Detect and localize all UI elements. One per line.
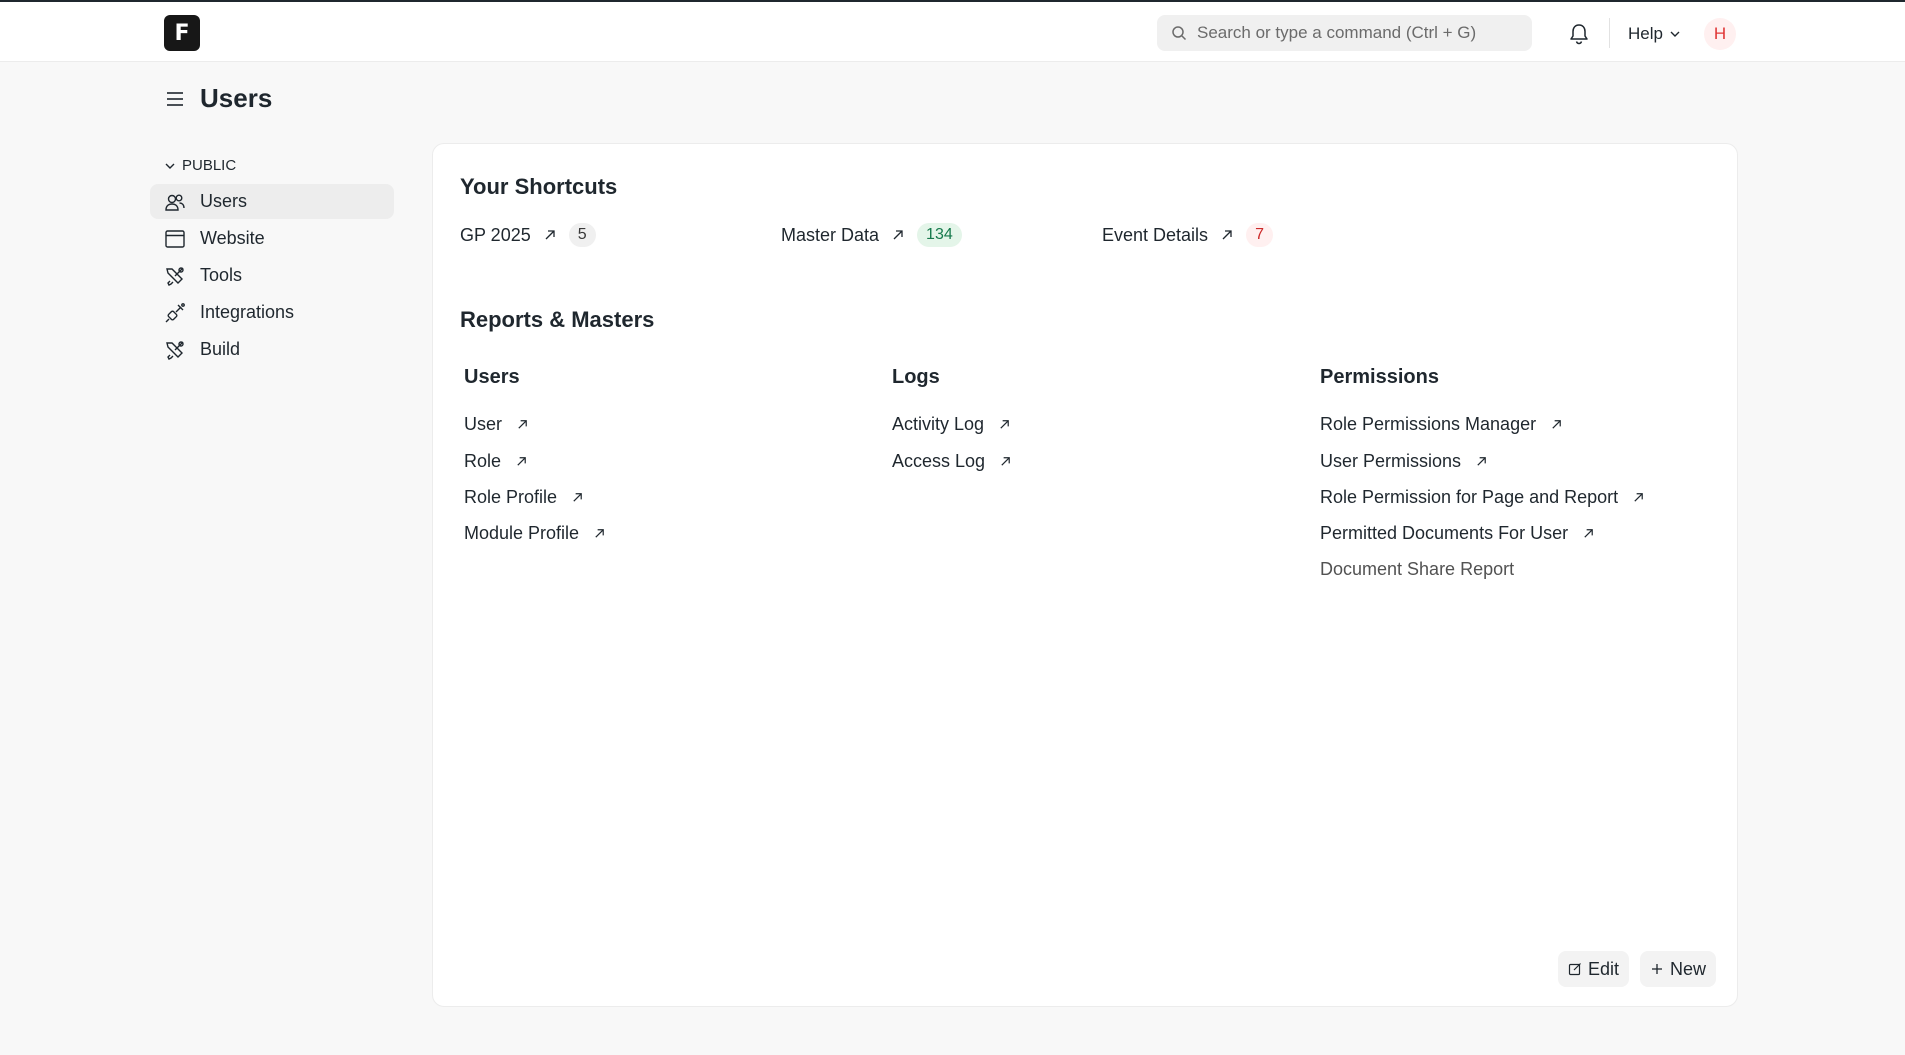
search-bar[interactable] — [1157, 15, 1532, 51]
link-label: Role Permissions Manager — [1320, 413, 1537, 434]
link-label: User — [464, 413, 503, 434]
arrow-up-right-icon — [595, 528, 604, 538]
link-role-permission-page-report[interactable]: Role Permission for Page and Report — [1320, 484, 1645, 510]
arrow-up-right-icon — [1552, 419, 1561, 429]
sidebar-item-website[interactable]: Website — [150, 221, 394, 256]
sidebar-item-label: Build — [200, 339, 241, 359]
tools-icon — [166, 266, 184, 286]
card-title-permissions: Permissions — [1320, 366, 1439, 388]
link-role-permissions-manager[interactable]: Role Permissions Manager — [1320, 411, 1563, 437]
page-title: Users — [200, 83, 273, 113]
sidebar-item-build[interactable]: Build — [150, 332, 394, 367]
arrow-up-right-icon — [1000, 419, 1009, 429]
avatar[interactable]: H — [1704, 18, 1736, 50]
arrow-up-right-icon — [1001, 456, 1010, 466]
shortcut-label: GP 2025 — [460, 224, 531, 245]
link-label: Activity Log — [892, 413, 985, 434]
sidebar-item-label: Website — [200, 228, 265, 248]
sidebar-section-label: PUBLIC — [182, 157, 237, 174]
top-navbar: F Help H — [0, 0, 1905, 62]
arrow-up-right-icon — [518, 419, 527, 429]
sidebar-item-tools[interactable]: Tools — [150, 258, 394, 293]
shortcuts-title: Your Shortcuts — [460, 174, 618, 199]
shortcut-label: Event Details — [1102, 224, 1209, 245]
header-divider — [1609, 18, 1610, 48]
arrow-up-right-icon — [1634, 492, 1643, 502]
shortcut-master-data[interactable]: Master Data 134 — [781, 220, 962, 250]
count-badge: 5 — [568, 223, 596, 247]
workspace-card — [432, 143, 1738, 1007]
help-dropdown[interactable]: Help — [1628, 22, 1681, 46]
plus-icon — [1652, 964, 1662, 974]
chevron-down-icon — [1670, 31, 1680, 37]
chevron-down-icon — [165, 163, 175, 169]
sidebar-item-integrations[interactable]: Integrations — [150, 295, 394, 330]
link-label: Access Log — [892, 450, 986, 471]
link-user-permissions[interactable]: User Permissions — [1320, 448, 1488, 474]
sidebar-item-label: Tools — [200, 265, 243, 285]
new-button[interactable]: New — [1640, 951, 1717, 987]
count-badge: 7 — [1246, 223, 1273, 247]
arrow-up-right-icon — [517, 456, 526, 466]
link-label: Role — [464, 450, 502, 471]
avatar-initial: H — [1713, 24, 1727, 43]
sidebar-toggle-icon[interactable] — [164, 88, 186, 110]
users-icon — [165, 193, 185, 211]
integrations-icon — [165, 302, 185, 322]
build-icon — [166, 340, 184, 360]
edit-icon — [1568, 963, 1581, 976]
link-role[interactable]: Role — [464, 448, 528, 474]
arrow-up-right-icon — [1477, 456, 1486, 466]
shortcut-gp-2025[interactable]: GP 2025 5 — [460, 220, 596, 250]
website-icon — [165, 229, 185, 248]
edit-button-label: Edit — [1588, 958, 1620, 979]
link-label: Role Permission for Page and Report — [1320, 486, 1619, 507]
reports-title: Reports & Masters — [460, 307, 655, 332]
notification-bell-icon[interactable] — [1568, 22, 1590, 46]
link-label: Role Profile — [464, 486, 558, 507]
new-button-label: New — [1670, 958, 1707, 979]
card-title-users: Users — [464, 366, 520, 388]
logo-letter: F — [174, 20, 190, 46]
arrow-up-right-icon — [893, 230, 903, 240]
sidebar-section-public[interactable]: PUBLIC — [164, 157, 236, 174]
app-logo[interactable]: F — [164, 15, 200, 51]
link-user[interactable]: User — [464, 411, 529, 437]
shortcut-event-details[interactable]: Event Details 7 — [1102, 220, 1273, 250]
link-module-profile[interactable]: Module Profile — [464, 520, 606, 546]
arrow-up-right-icon — [545, 230, 555, 240]
search-icon — [1172, 26, 1187, 41]
edit-button[interactable]: Edit — [1558, 951, 1630, 987]
link-label: Permitted Documents For User — [1320, 522, 1569, 543]
link-label: Document Share Report — [1320, 558, 1515, 579]
shortcut-label: Master Data — [781, 224, 880, 245]
arrow-up-right-icon — [573, 492, 582, 502]
link-label: User Permissions — [1320, 450, 1462, 471]
link-role-profile[interactable]: Role Profile — [464, 484, 584, 510]
link-access-log[interactable]: Access Log — [892, 448, 1012, 474]
card-title-logs: Logs — [892, 366, 940, 388]
help-label: Help — [1628, 24, 1663, 43]
sidebar-item-users[interactable]: Users — [150, 184, 394, 219]
sidebar-item-label: Integrations — [200, 302, 295, 322]
arrow-up-right-icon — [1222, 230, 1232, 240]
count-badge: 134 — [917, 223, 962, 247]
link-permitted-documents[interactable]: Permitted Documents For User — [1320, 520, 1595, 546]
arrow-up-right-icon — [1584, 528, 1593, 538]
link-document-share-report[interactable]: Document Share Report — [1320, 556, 1514, 582]
link-activity-log[interactable]: Activity Log — [892, 411, 1011, 437]
search-input[interactable] — [1197, 23, 1517, 43]
link-label: Module Profile — [464, 522, 580, 543]
sidebar-item-label: Users — [200, 191, 248, 211]
